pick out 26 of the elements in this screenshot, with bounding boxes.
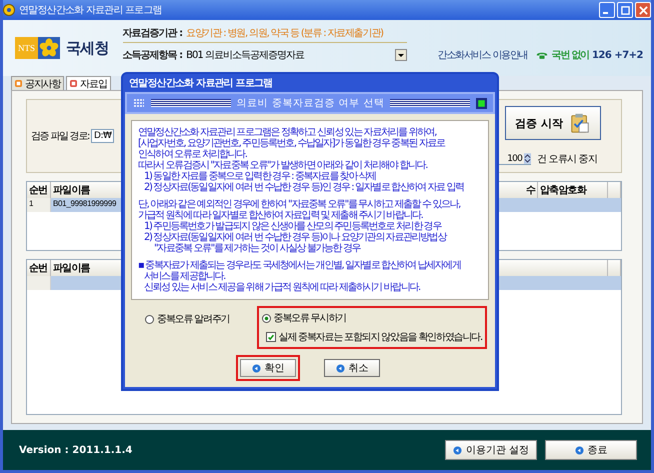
- window-title: 연말정산간소화 자료관리 프로그램: [19, 4, 163, 17]
- notice-line: 1) 주민등록번호가 발급되지 않은 신생아를 산모의 주민등록번호로 처리한 경우: [143, 221, 442, 232]
- notice-line: 2) 정상자료(동일일자에 여러 번 수납한 경우 등)인 경우 : 일자별로 합산하여 자료 입력: [143, 182, 465, 193]
- notice-line: 인식하여 오류로 처리합니다.: [138, 149, 248, 160]
- phone-number: 126 +7+2: [592, 50, 643, 60]
- version-label: Version : 2011.1.1.4: [19, 444, 132, 456]
- path-label: 검증 파일 경로:: [31, 130, 90, 143]
- notice-line: 단, 아래와 같은 예외적인 경우에 한하여 "자료중복 오류"를 무시하고 제출할 수 있으나,: [138, 199, 462, 210]
- notice-line: 2) 정상자료(동일일자에 여러 번 수납한 경우 등)이나 요양기관의 자료관리방법상: [143, 232, 448, 243]
- notice-line: 연말정산간소화 자료관리 프로그램은 정확하고 신뢰성 있는 자료처리를 위하여,: [138, 127, 438, 138]
- notice-line: 신뢰성 있는 서비스 제공을 위해 가급적 원칙에 따라 제출하시기 바랍니다.: [143, 282, 422, 293]
- nts-logo: NTS: [15, 37, 38, 59]
- table-cell: 1: [27, 198, 51, 212]
- org-name: 국세청: [66, 38, 109, 58]
- notice-line: 가급적 원칙에 따라 일자별로 합산하여 자료입력 및 제출해 주시기 바랍니다.: [138, 210, 424, 221]
- notice-line: 1) 동일한 자료를 중복으로 입력한 경우 : 중복자료를 찾아 삭제: [143, 171, 377, 182]
- notice-line: "자료중복 오류"를 제거하는 것이 사실상 불가능한 경우: [153, 243, 362, 254]
- field-label: 자료검증기관 :: [122, 27, 182, 40]
- dialog-title: 연말정산간소화 자료관리 프로그램: [128, 77, 274, 91]
- phone-prefix: 국번 없이: [551, 49, 589, 62]
- notice-line: [사업자번호, 요양기관번호, 주민등록번호, 수납일자]가 동일한 경우 중복된 자료로: [138, 138, 446, 149]
- agency-value: 요양기관 : 병원, 의원, 약국 등 (분류 : 자료제출기관): [186, 27, 383, 40]
- field-label: 소득공제항목 :: [122, 49, 182, 62]
- notice-line: 따라서 오류검증시 "자료중복 오류"가 발생하면 아래와 같이 처리해야 합니다.: [138, 160, 428, 171]
- banner-title: 의료비 중복자료검증 여부 선택: [236, 97, 384, 110]
- error-limit-label: 건 오류시 중지: [537, 153, 597, 166]
